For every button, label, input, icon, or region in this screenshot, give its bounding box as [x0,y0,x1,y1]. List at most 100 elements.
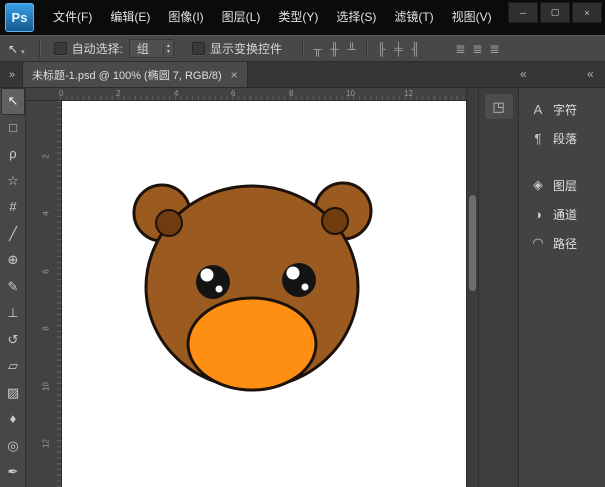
bear-right-eye-highlight [287,267,300,280]
quick-selection-tool-button[interactable]: ☆ [1,168,25,195]
show-transform-controls-checkbox[interactable] [192,42,205,55]
align-top-edges-icon[interactable]: ╥ [309,42,326,56]
chevron-down-icon: ▾ [167,49,170,55]
photoshop-logo: Ps [5,3,34,32]
blur-tool-button[interactable]: ♦ [1,406,25,433]
document-tab-bar: » 未标题-1.psd @ 100% (椭圆 7, RGB/8) × « « [0,62,605,88]
close-button[interactable]: × [572,2,602,23]
collapsed-panel-button[interactable]: ◳ [485,94,513,119]
bear-left-eye [196,265,230,299]
ruler-label: 0 [59,89,63,98]
ruler-label: 12 [404,89,413,98]
paths-panel-button[interactable]: ◠ 路径 [523,230,601,256]
ruler-label: 8 [289,89,293,98]
distribute-right-edges-icon[interactable]: ≣ [486,42,503,56]
eyedropper-tool-button[interactable]: ╱ [1,221,25,248]
collapse-dock-button[interactable]: « [587,67,593,81]
distribute-buttons-group: ≣ ≣ ≣ [452,42,503,56]
menu-select[interactable]: 选择(S) [327,0,385,35]
rectangular-marquee-tool-button[interactable]: □ [1,115,25,142]
ruler-label: 12 [42,438,51,450]
align-buttons-group: ╟ ╪ ╢ [373,42,424,56]
clone-stamp-tool-button[interactable]: ⊥ [1,300,25,327]
spinner-icon[interactable]: ▴ ▾ [163,43,173,55]
ruler-label: 2 [42,151,51,163]
ruler-label: 4 [174,89,178,98]
dock-spacer [519,154,605,172]
close-tab-icon[interactable]: × [231,68,238,82]
channels-panel-icon: ◑ [531,207,545,222]
menu-view[interactable]: 视图(V) [443,0,501,35]
character-panel-icon: A [531,102,545,117]
chevron-down-icon: ▾ [21,48,25,56]
document-tab[interactable]: 未标题-1.psd @ 100% (椭圆 7, RGB/8) × [22,62,248,87]
distribute-left-edges-icon[interactable]: ≣ [452,42,469,56]
auto-select-target-dropdown[interactable]: 组 ▴ ▾ [129,39,174,58]
channels-panel-label: 通道 [553,206,577,223]
scrollbar-thumb[interactable] [469,195,476,291]
menu-filter[interactable]: 滤镜(T) [385,0,442,35]
menu-type[interactable]: 类型(Y) [269,0,327,35]
dodge-tool-button[interactable]: ◎ [1,433,25,460]
eraser-tool-button[interactable]: ▱ [1,353,25,380]
align-vertical-centers-icon[interactable]: ╫ [326,42,343,56]
channels-panel-button[interactable]: ◑ 通道 [523,201,601,227]
menu-file[interactable]: 文件(F) [44,0,101,35]
minimize-button[interactable]: ─ [508,2,538,23]
vertical-scrollbar[interactable] [466,88,478,487]
paragraph-panel-label: 段落 [553,130,577,147]
align-bottom-edges-icon[interactable]: ╨ [343,42,360,56]
show-transform-controls-label: 显示变换控件 [210,40,282,57]
ruler-label: 10 [42,381,51,393]
tool-preset-picker[interactable]: ↖ ▾ [0,42,33,56]
pen-tool-button[interactable]: ✒ [1,459,25,486]
crop-tool-button[interactable]: # [1,194,25,221]
document-tab-title: 未标题-1.psd @ 100% (椭圆 7, RGB/8) [32,67,222,83]
restore-button[interactable]: ▢ [540,2,570,23]
tools-panel: ↖ □ ρ ☆ # ╱ ⊕ ✎ ⊥ ↺ ▱ ▨ ♦ ◎ ✒ [0,88,26,487]
paths-panel-label: 路径 [553,235,577,252]
bear-muzzle [188,298,316,390]
move-tool-icon: ↖ [8,42,18,56]
move-tool-button[interactable]: ↖ [1,88,25,115]
layers-panel-button[interactable]: ◈ 图层 [523,172,601,198]
bear-left-inner-ear [156,210,182,236]
align-right-edges-icon[interactable]: ╢ [407,42,424,56]
align-left-edges-icon[interactable]: ╟ [373,42,390,56]
collapse-icon-strip-button[interactable]: « [520,67,526,81]
layers-panel-label: 图层 [553,177,577,194]
paragraph-panel-button[interactable]: ¶ 段落 [523,125,601,151]
character-panel-label: 字符 [553,101,577,118]
gradient-tool-button[interactable]: ▨ [1,380,25,407]
ruler-label: 8 [42,323,51,335]
lasso-tool-button[interactable]: ρ [1,141,25,168]
spot-healing-brush-tool-button[interactable]: ⊕ [1,247,25,274]
character-panel-button[interactable]: A 字符 [523,96,601,122]
bear-left-eye-highlight [201,269,214,282]
bear-right-eye [282,263,316,297]
menu-image[interactable]: 图像(I) [159,0,212,35]
ruler-label: 6 [42,266,51,278]
menu-edit[interactable]: 编辑(E) [101,0,159,35]
brush-tool-button[interactable]: ✎ [1,274,25,301]
align-horizontal-centers-icon[interactable]: ╪ [390,42,407,56]
window-controls: ─ ▢ × [508,2,602,23]
titlebar: Ps 文件(F) 编辑(E) 图像(I) 图层(L) 类型(Y) 选择(S) 滤… [0,0,605,35]
bear-right-eye-highlight-small [302,284,309,291]
history-brush-tool-button[interactable]: ↺ [1,327,25,354]
bear-drawing [62,101,466,487]
canvas[interactable] [62,101,466,487]
ruler-label: 6 [231,89,235,98]
menu-layer[interactable]: 图层(L) [213,0,270,35]
menubar: 文件(F) 编辑(E) 图像(I) 图层(L) 类型(Y) 选择(S) 滤镜(T… [44,0,501,35]
distribute-horizontal-centers-icon[interactable]: ≣ [469,42,486,56]
collapsed-panel-strip: ◳ [478,88,518,487]
vertical-ruler[interactable]: 2 4 6 8 10 12 [26,101,62,487]
separator [302,40,303,58]
options-bar: ↖ ▾ 自动选择: 组 ▴ ▾ 显示变换控件 ╥ ╫ ╨ ╟ ╪ ╢ ≣ ≣ ≣ [0,35,605,62]
horizontal-ruler[interactable]: 0 2 4 6 8 10 12 [26,88,466,101]
align-buttons-group: ╥ ╫ ╨ [309,42,360,56]
expand-panel-button[interactable]: » [2,62,22,87]
bear-right-inner-ear [322,208,348,234]
auto-select-checkbox[interactable] [54,42,67,55]
